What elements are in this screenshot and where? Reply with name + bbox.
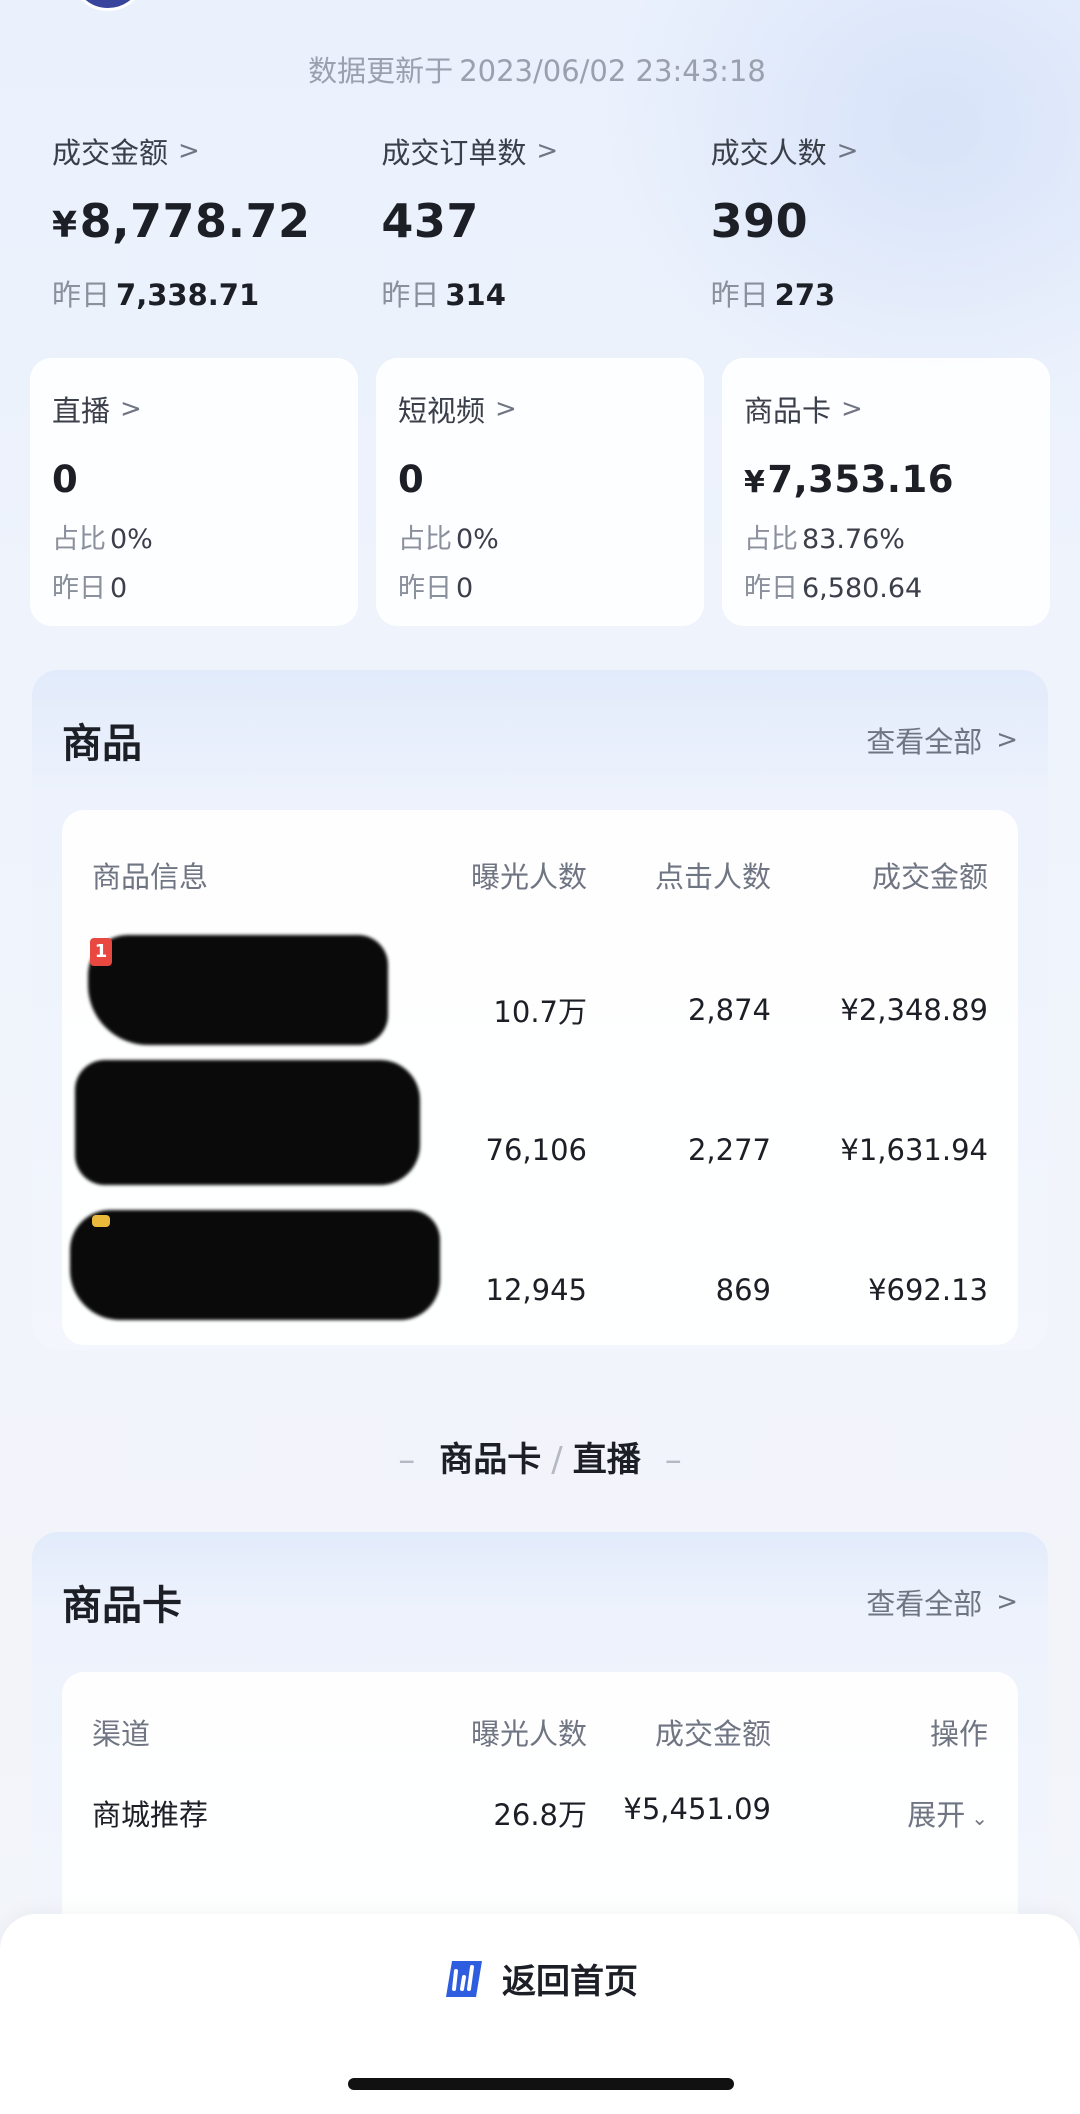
chevron-right-icon: >: [178, 136, 200, 166]
metric-value: ¥8,778.72: [52, 194, 311, 248]
channel-label: 商品卡: [744, 394, 832, 428]
metric-label: 成交订单数: [381, 136, 527, 170]
channel-share: 占比 0%: [398, 524, 499, 555]
metric-label: 成交人数: [710, 136, 827, 170]
home-button[interactable]: 返回首页: [0, 1954, 1080, 2003]
divider-left-label: 商品卡: [439, 1440, 542, 1480]
metric-label: 成交金额: [52, 136, 169, 170]
metric-value: 437: [381, 194, 479, 248]
section-divider: – 商品卡 / 直播 –: [398, 1440, 682, 1480]
channel-value: ¥7,353.16: [744, 458, 954, 501]
channel-name: 商城推荐: [92, 1798, 209, 1832]
chevron-right-icon: >: [120, 394, 142, 424]
see-all-link[interactable]: 查看全部 >: [866, 719, 1018, 761]
app-logo-icon: [446, 1960, 482, 1997]
table-header: 商品信息 曝光人数 点击人数 成交金额: [92, 860, 988, 894]
chevron-right-icon: >: [495, 394, 517, 424]
avatar[interactable]: [70, 0, 146, 11]
chevron-right-icon: >: [841, 394, 863, 424]
panel-title: 商品卡: [62, 1583, 182, 1629]
chevron-right-icon: >: [836, 136, 859, 166]
channel-yesterday: 昨日 0: [52, 573, 128, 604]
rank-badge: 1: [90, 938, 112, 966]
chevron-down-icon: ⌄: [971, 1806, 988, 1830]
channel-yesterday: 昨日 6,580.64: [744, 573, 923, 604]
channel-share: 占比 0%: [52, 524, 153, 555]
channel-cards: 直播 > 0 占比 0% 昨日 0 短视频 > 0 占比 0% 昨日 0 商品卡 > ¥7,3…: [30, 358, 1050, 626]
metric-buyers[interactable]: 成交人数 > 390 昨日 273: [711, 130, 1040, 314]
see-all-link[interactable]: 查看全部 >: [866, 1581, 1018, 1623]
channel-share: 占比 83.76%: [744, 524, 905, 555]
chevron-right-icon: >: [996, 1587, 1018, 1617]
metric-yesterday: 昨日 273: [710, 278, 836, 312]
redacted-product-1: [88, 935, 388, 1045]
panel-title: 商品: [62, 721, 142, 767]
channel-value: 0: [398, 458, 425, 501]
metric-gmv[interactable]: 成交金额 > ¥8,778.72 昨日 7,338.71: [52, 130, 381, 314]
expand-button[interactable]: 展开 ⌄: [771, 1792, 988, 1834]
home-indicator[interactable]: [348, 2078, 734, 2090]
channel-card-product-card[interactable]: 商品卡 > ¥7,353.16 占比 83.76% 昨日 6,580.64: [722, 358, 1050, 626]
metric-yesterday: 昨日 314: [381, 278, 506, 312]
redacted-product-3: [70, 1210, 440, 1320]
rank-badge: [92, 1215, 110, 1227]
channel-label: 短视频: [398, 394, 486, 428]
table-row: 商城推荐 26.8万 ¥5,451.09 展开 ⌄: [92, 1792, 988, 1834]
channel-yesterday: 昨日 0: [398, 573, 474, 604]
goods-card-panel: 商品卡 查看全部 > 渠道 曝光人数 成交金额 操作 商城推荐 26.8万 ¥5,…: [32, 1532, 1048, 1972]
redacted-product-2: [75, 1060, 420, 1185]
chevron-right-icon: >: [996, 725, 1018, 755]
update-time: 数据更新于 2023/06/02 23:43:18: [308, 54, 766, 88]
bottom-bar: 返回首页: [0, 1914, 1080, 2114]
divider-right-label: 直播: [572, 1440, 641, 1480]
channel-card-live[interactable]: 直播 > 0 占比 0% 昨日 0: [30, 358, 358, 626]
metric-orders[interactable]: 成交订单数 > 437 昨日 314: [381, 130, 710, 314]
metric-yesterday: 昨日 7,338.71: [52, 278, 260, 312]
table-header: 渠道 曝光人数 成交金额 操作: [92, 1717, 988, 1751]
metric-value: 390: [710, 194, 809, 248]
channel-label: 直播: [52, 394, 111, 428]
channel-value: 0: [52, 458, 79, 501]
summary-metrics: 成交金额 > ¥8,778.72 昨日 7,338.71 成交订单数 > 437 昨日…: [52, 130, 1040, 314]
channel-card-short-video[interactable]: 短视频 > 0 占比 0% 昨日 0: [376, 358, 704, 626]
chevron-right-icon: >: [536, 136, 559, 166]
